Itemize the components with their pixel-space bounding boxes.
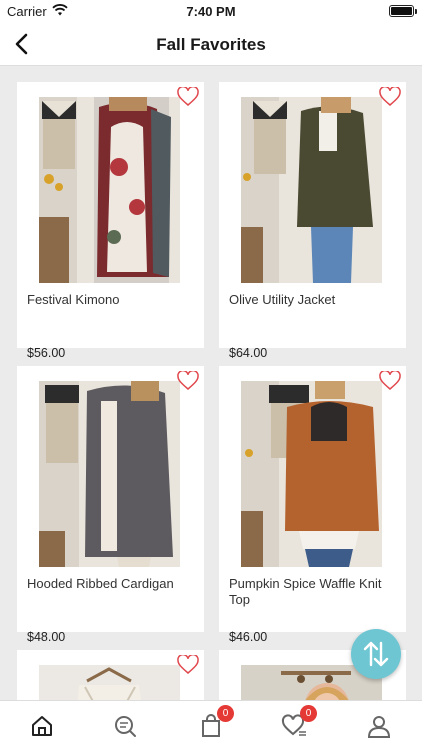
product-name[interactable]: Olive Utility Jacket (229, 292, 399, 308)
sort-arrows-icon (363, 641, 389, 667)
search-list-icon[interactable] (112, 713, 138, 739)
wishlist-heart-icon[interactable] (379, 371, 401, 391)
product-image[interactable] (39, 381, 180, 567)
sort-button[interactable] (351, 629, 401, 679)
product-grid: Festival Kimono $56.00 Olive Utility Jac… (0, 66, 422, 700)
page-title: Fall Favorites (156, 35, 266, 54)
product-card[interactable]: Olive Utility Jacket $64.00 (219, 82, 406, 360)
product-name[interactable]: Pumpkin Spice Waffle Knit Top (229, 576, 399, 608)
wishlist-heart-icon[interactable] (177, 87, 199, 107)
product-image[interactable] (39, 97, 180, 283)
product-card[interactable] (17, 650, 204, 700)
wishlist-heart-icon[interactable] (379, 87, 401, 107)
product-card[interactable]: Festival Kimono $56.00 (17, 82, 204, 360)
cart-tab[interactable]: 0 (198, 705, 234, 739)
product-card[interactable]: Hooded Ribbed Cardigan $48.00 (17, 366, 204, 644)
nav-bar: Fall Favorites (0, 22, 422, 66)
status-bar: Carrier 7:40 PM (0, 0, 422, 22)
product-price: $48.00 (27, 630, 66, 644)
product-price: $56.00 (27, 346, 66, 360)
product-name[interactable]: Festival Kimono (27, 292, 197, 308)
status-time: 7:40 PM (186, 4, 236, 19)
product-image[interactable] (241, 97, 382, 283)
tab-bar: 0 0 (0, 700, 422, 750)
product-image[interactable] (241, 381, 382, 567)
profile-icon[interactable] (366, 713, 392, 739)
wishlist-tab[interactable]: 0 (281, 705, 317, 739)
product-image[interactable] (39, 665, 180, 700)
wishlist-count-badge: 0 (300, 705, 317, 722)
product-name[interactable]: Hooded Ribbed Cardigan (27, 576, 197, 592)
product-card[interactable]: Pumpkin Spice Waffle Knit Top $46.00 (219, 366, 406, 644)
home-icon[interactable] (29, 713, 55, 739)
wishlist-heart-icon[interactable] (177, 371, 199, 391)
battery-icon (389, 5, 417, 17)
product-price: $46.00 (229, 630, 268, 644)
product-price: $64.00 (229, 346, 268, 360)
cart-count-badge: 0 (217, 705, 234, 722)
wishlist-heart-icon[interactable] (177, 655, 199, 675)
